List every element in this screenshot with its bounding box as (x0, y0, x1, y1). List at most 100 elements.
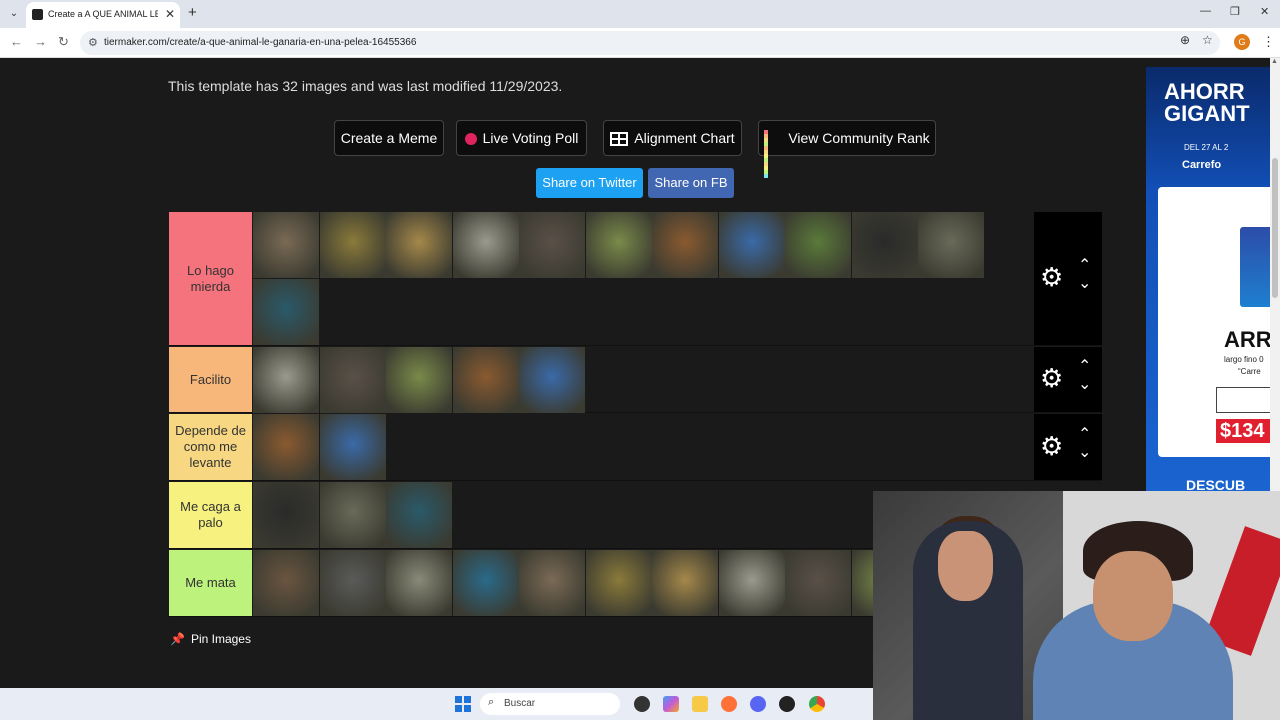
hedgehog-image[interactable] (253, 212, 319, 278)
tier-settings-gear-icon[interactable]: ⚙ (1040, 363, 1063, 394)
address-bar: ← → ↻ ⚙ tiermaker.com/create/a-que-anima… (0, 28, 1280, 58)
live-voting-poll-button[interactable]: Live Voting Poll (456, 120, 587, 156)
wolf-image[interactable] (253, 414, 319, 480)
tier-settings-gear-icon[interactable]: ⚙ (1040, 431, 1063, 462)
person-right-face (1093, 551, 1173, 641)
lion-image[interactable] (652, 550, 718, 616)
crocodile-image[interactable] (253, 550, 319, 616)
scroll-up-icon[interactable]: ▲ (1271, 58, 1278, 65)
ad-product-desc: largo fino 0 (1224, 355, 1264, 364)
taskbar-search-field[interactable]: ⌕ Buscar (480, 693, 620, 715)
close-tab-icon[interactable]: ✕ (165, 7, 175, 21)
windows-start-icon[interactable] (455, 696, 471, 712)
create-meme-label: Create a Meme (340, 130, 438, 146)
obs-icon[interactable] (779, 696, 795, 712)
squirrel-image[interactable] (585, 212, 652, 278)
tab-search-icon[interactable]: ⌄ (6, 6, 22, 22)
profile-avatar[interactable]: G (1234, 34, 1250, 50)
copilot-icon[interactable] (663, 696, 679, 712)
chrome-icon[interactable] (809, 696, 825, 712)
scrollbar-thumb[interactable] (1272, 158, 1278, 298)
capybara-image[interactable] (585, 550, 652, 616)
firefox-icon[interactable] (721, 696, 737, 712)
scorpion-image[interactable] (652, 212, 718, 278)
gorilla-image[interactable] (319, 550, 386, 616)
record-dot-icon (464, 133, 477, 146)
move-tier-down-icon[interactable]: ⌄ (1078, 273, 1091, 293)
browser-tab[interactable]: Create a A QUE ANIMAL LE GANARIA ✕ (26, 2, 180, 28)
discord-icon[interactable] (750, 696, 766, 712)
guinea-pig-image[interactable] (386, 212, 452, 278)
browser-tab-bar: ⌄ Create a A QUE ANIMAL LE GANARIA ✕ + —… (0, 0, 1280, 28)
template-info-text: This template has 32 images and was last… (168, 78, 563, 94)
otter-image[interactable] (785, 212, 851, 278)
tier-row: Facilito ⚙ ⌃ ⌄ (169, 347, 1102, 413)
piranha-image[interactable] (918, 212, 984, 278)
pin-images-label: Pin Images (190, 632, 251, 646)
tier-controls: ⚙ ⌃ ⌄ (1034, 212, 1102, 345)
minimize-icon[interactable]: — (1200, 5, 1211, 17)
pin-images-toggle[interactable]: 📌 Pin Images (170, 632, 251, 646)
octopus-image[interactable] (253, 279, 319, 345)
dolphin-image[interactable] (386, 550, 452, 616)
close-window-icon[interactable]: ✕ (1260, 5, 1269, 18)
donkey-image[interactable] (253, 347, 319, 413)
sheep-image[interactable] (452, 212, 519, 278)
site-info-icon[interactable]: ⚙ (88, 36, 98, 49)
browser-menu-icon[interactable]: ⋮ (1262, 34, 1275, 50)
move-tier-up-icon[interactable]: ⌃ (1078, 424, 1091, 444)
eagle-image[interactable] (319, 347, 386, 413)
restore-icon[interactable]: ❐ (1230, 5, 1240, 18)
alignment-chart-button[interactable]: Alignment Chart (603, 120, 742, 156)
create-meme-button[interactable]: Create a Meme (334, 120, 444, 156)
hen-image[interactable] (319, 212, 386, 278)
tier-settings-gear-icon[interactable]: ⚙ (1040, 262, 1063, 293)
rice-package-image (1240, 227, 1270, 307)
url-text: tiermaker.com/create/a-que-animal-le-gan… (104, 37, 417, 48)
file-explorer-icon[interactable] (692, 696, 708, 712)
share-twitter-button[interactable]: Share on Twitter (536, 168, 643, 198)
tier-label[interactable]: Me mata (169, 550, 252, 616)
goat-image[interactable] (386, 347, 452, 413)
live-voting-poll-label: Live Voting Poll (482, 130, 579, 146)
panda-image[interactable] (851, 212, 918, 278)
orca-image[interactable] (785, 550, 851, 616)
cow-image[interactable] (319, 414, 386, 480)
ad-product-name: ARR (1224, 327, 1270, 352)
bookmark-star-icon[interactable]: ☆ (1202, 33, 1213, 47)
new-tab-icon[interactable]: + (188, 4, 197, 21)
zoom-icon[interactable]: ⊕ (1180, 33, 1190, 47)
tiermaker-favicon-icon (32, 9, 43, 20)
moose-image[interactable] (386, 482, 452, 548)
kangaroo-image[interactable] (253, 482, 319, 548)
share-fb-button[interactable]: Share on FB (648, 168, 734, 198)
move-tier-up-icon[interactable]: ⌃ (1078, 255, 1091, 275)
ad-brand: Carrefo (1182, 159, 1222, 171)
search-icon: ⌕ (488, 696, 495, 708)
fox-image[interactable] (519, 347, 585, 413)
rhino-image[interactable] (718, 550, 785, 616)
boar-image[interactable] (319, 482, 386, 548)
platypus-image[interactable] (519, 212, 585, 278)
tier-label[interactable]: Lo hago mierda (169, 212, 252, 345)
komodo-dragon-image[interactable] (452, 550, 519, 616)
tier-label[interactable]: Me caga a palo (169, 482, 252, 548)
snake-image[interactable] (452, 347, 519, 413)
back-icon[interactable]: ← (10, 34, 23, 49)
chatgpt-icon[interactable] (634, 696, 650, 712)
view-community-rank-button[interactable]: View Community Rank (758, 120, 936, 179)
reload-icon[interactable]: ↻ (58, 34, 69, 50)
shark-image[interactable] (519, 550, 585, 616)
move-tier-down-icon[interactable]: ⌄ (1078, 442, 1091, 462)
advertisement-banner[interactable]: AHORR GIGANT DEL 27 AL 2 Carrefo ARR larg… (1146, 67, 1270, 491)
ad-footer: DESCUB (1186, 477, 1246, 491)
move-tier-down-icon[interactable]: ⌄ (1078, 374, 1091, 394)
tier-label[interactable]: Depende de como me levante (169, 414, 252, 480)
forward-icon[interactable]: → (34, 34, 47, 49)
move-tier-up-icon[interactable]: ⌃ (1078, 356, 1091, 376)
ad-product-brand: “Carre (1238, 367, 1261, 376)
penguin-image[interactable] (718, 212, 785, 278)
url-field[interactable]: ⚙ tiermaker.com/create/a-que-animal-le-g… (80, 31, 1220, 55)
windows-taskbar: ⌕ Buscar (0, 688, 873, 720)
tier-label[interactable]: Facilito (169, 347, 252, 412)
